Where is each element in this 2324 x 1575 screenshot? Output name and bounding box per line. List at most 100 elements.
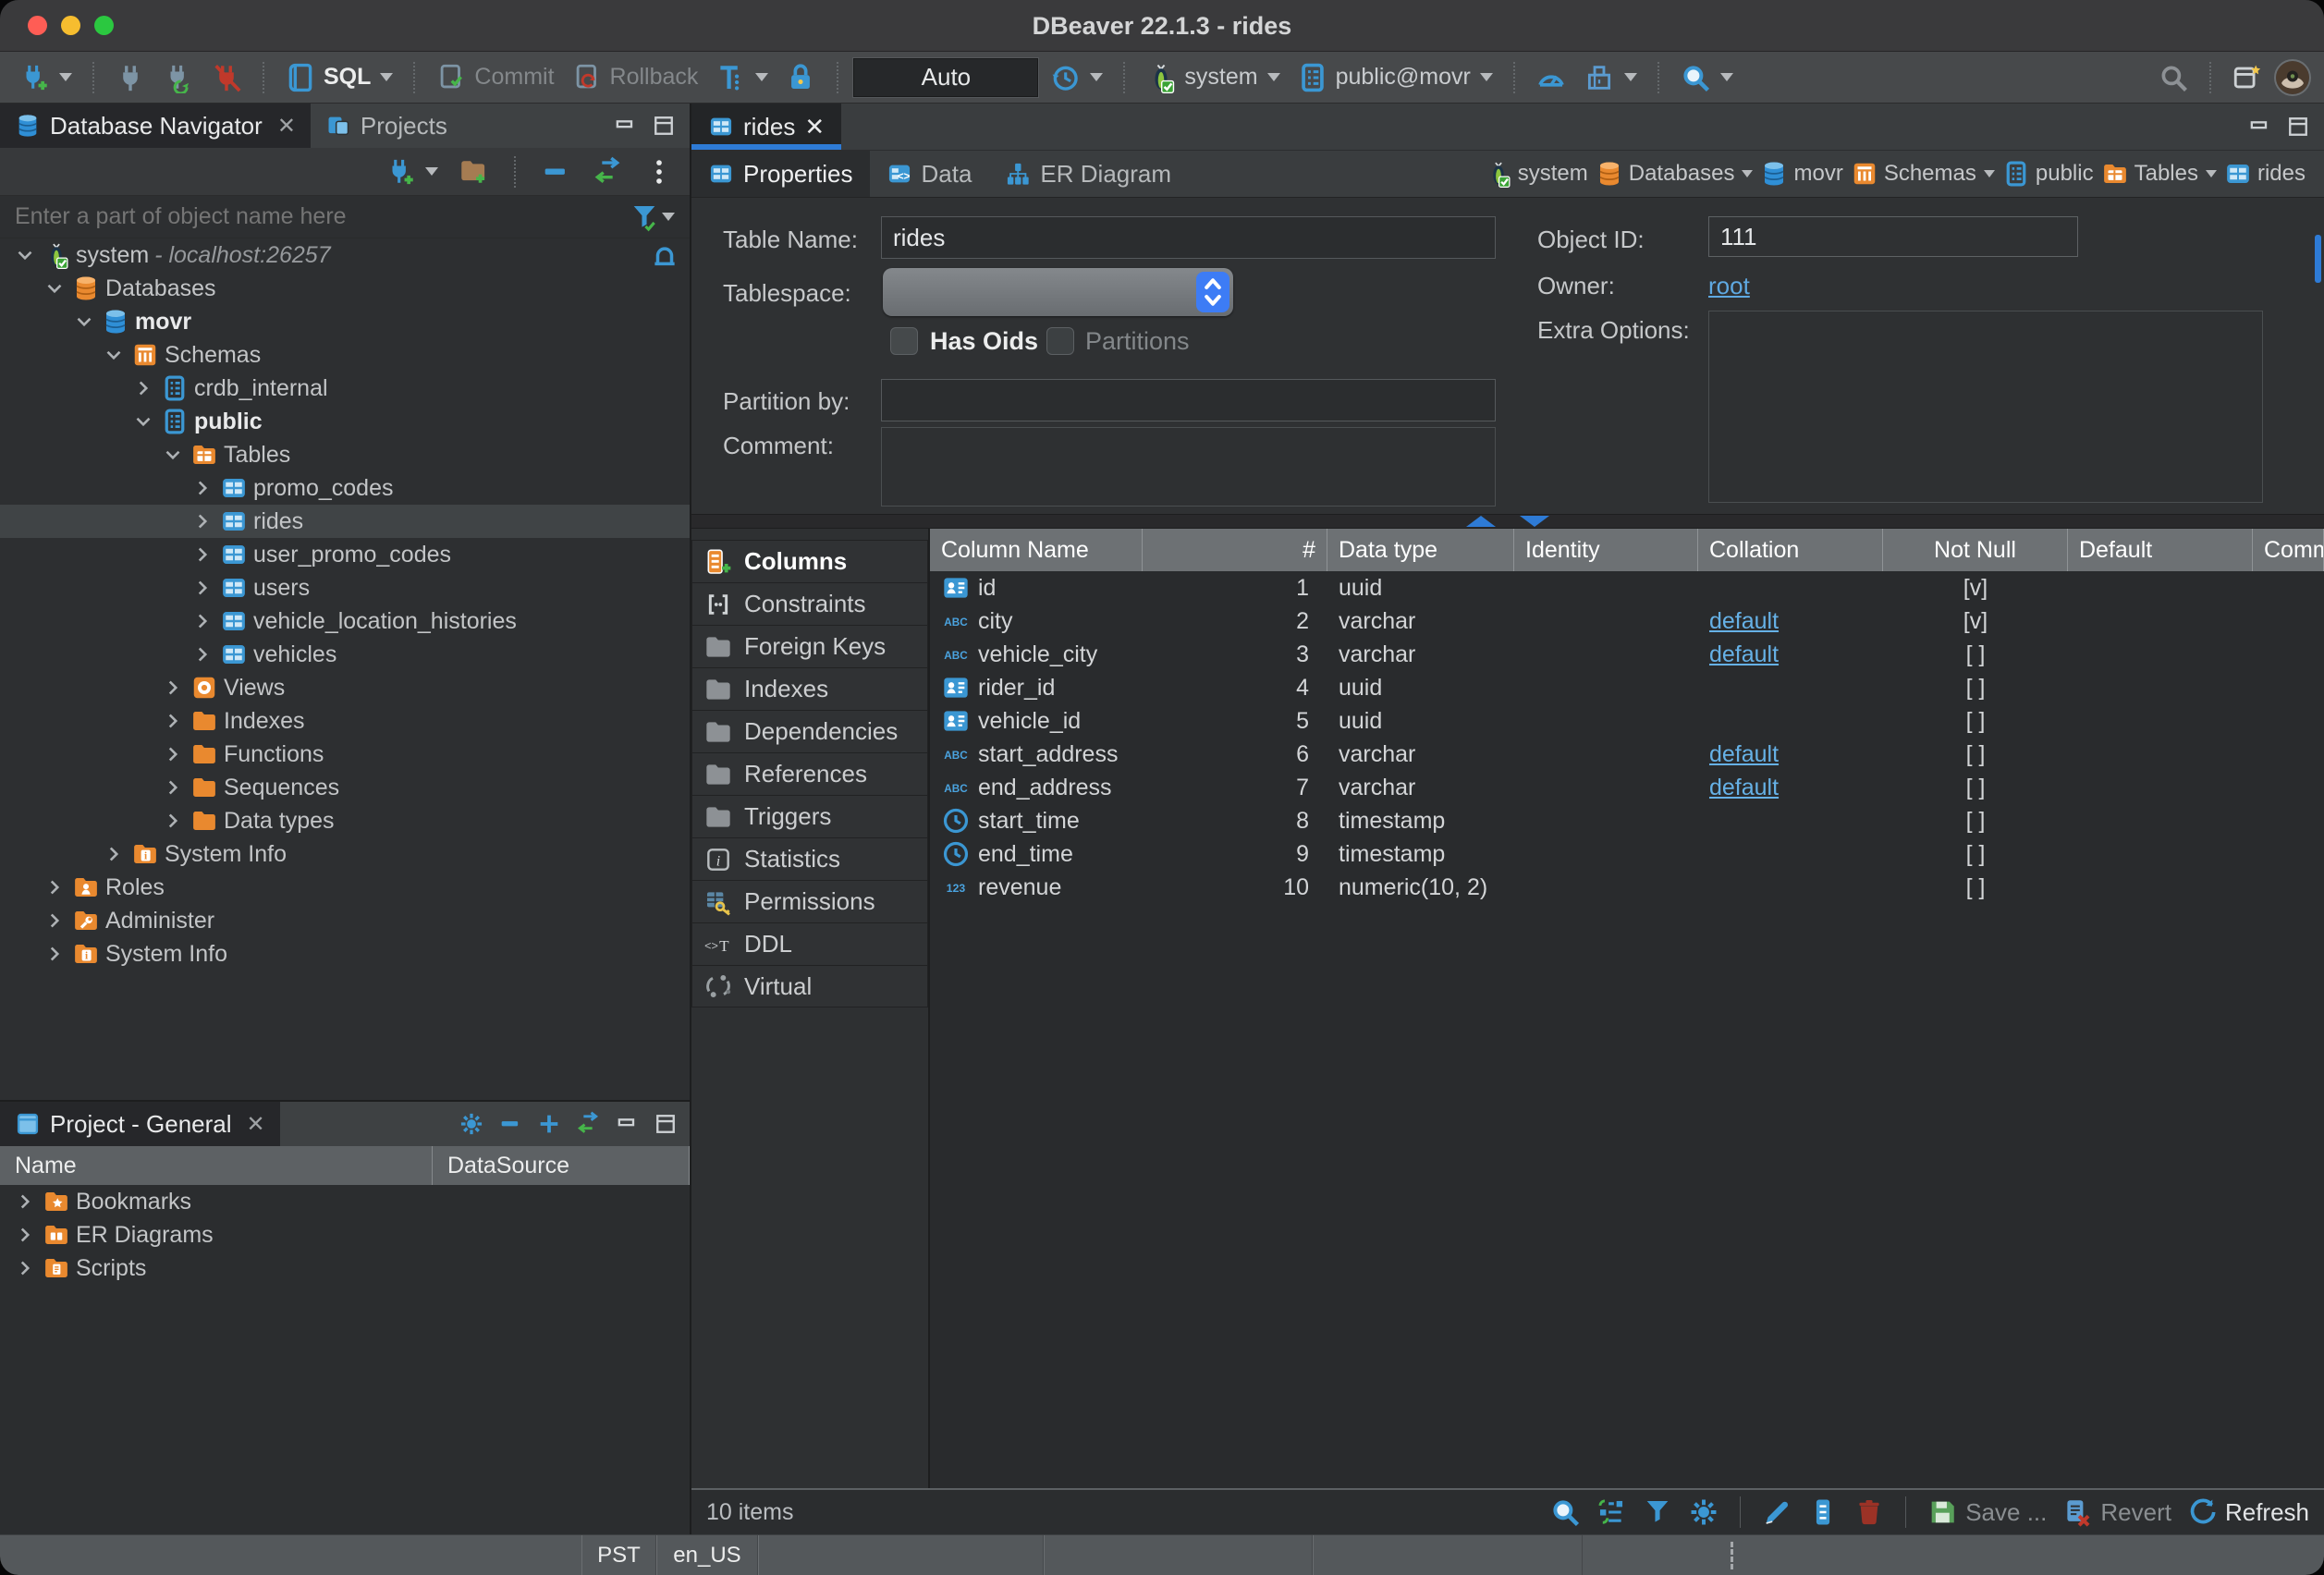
column-header-datasource[interactable]: DataSource bbox=[433, 1146, 690, 1185]
transaction-log-button[interactable] bbox=[709, 57, 774, 98]
column-header-name[interactable]: Name bbox=[0, 1146, 433, 1185]
minimize-panel-icon[interactable] bbox=[2246, 114, 2272, 140]
extra-options-box[interactable] bbox=[1708, 311, 2263, 503]
view-menu-button[interactable] bbox=[638, 152, 680, 192]
detail-tab[interactable]: Triggers bbox=[691, 795, 928, 837]
column-row[interactable]: end_time 9 timestamp [ ] bbox=[930, 837, 2324, 871]
tree-item[interactable]: Data types bbox=[0, 804, 690, 837]
maximize-panel-icon[interactable] bbox=[2285, 114, 2311, 140]
compare-icon[interactable] bbox=[1596, 1496, 1627, 1528]
tree-chevron-icon[interactable] bbox=[190, 543, 214, 567]
gear-icon[interactable] bbox=[459, 1111, 484, 1137]
tab-projects[interactable]: Projects bbox=[311, 104, 462, 148]
transaction-history-button[interactable] bbox=[1044, 57, 1108, 98]
link-with-editor-button[interactable] bbox=[586, 152, 629, 192]
column-row[interactable]: rider_id 4 uuid [ ] bbox=[930, 671, 2324, 704]
tree-chevron-icon[interactable] bbox=[102, 343, 126, 367]
new-connection-button[interactable] bbox=[13, 57, 78, 98]
collapse-down-icon[interactable] bbox=[1520, 516, 1549, 527]
header-collation[interactable]: Collation bbox=[1698, 529, 1883, 571]
chevron-down-icon[interactable] bbox=[2206, 170, 2217, 177]
tree-chevron-icon[interactable] bbox=[190, 609, 214, 633]
table-name-input[interactable] bbox=[881, 216, 1496, 259]
search-metadata-button[interactable] bbox=[1674, 57, 1739, 98]
header-data-type[interactable]: Data type bbox=[1327, 529, 1514, 571]
tree-item[interactable]: Indexes bbox=[0, 704, 690, 738]
minimize-panel-icon[interactable] bbox=[612, 113, 638, 139]
header-ordinal[interactable]: # bbox=[1143, 529, 1327, 571]
tree-item[interactable]: Views bbox=[0, 671, 690, 704]
tree-chevron-icon[interactable] bbox=[43, 276, 67, 300]
chevron-down-icon[interactable] bbox=[1742, 170, 1753, 177]
tree-chevron-icon[interactable] bbox=[190, 642, 214, 666]
tree-item[interactable]: Administer bbox=[0, 904, 690, 937]
column-row[interactable]: 123revenue 10 numeric(10, 2) [ ] bbox=[930, 871, 2324, 904]
vertical-scrollbar[interactable] bbox=[2315, 235, 2321, 283]
tab-project-general[interactable]: Project - General ✕ bbox=[0, 1102, 280, 1146]
breadcrumb-item[interactable]: Schemas bbox=[1851, 160, 1995, 188]
tree-item[interactable]: Schemas bbox=[0, 338, 690, 372]
new-connection-button[interactable] bbox=[379, 152, 444, 192]
grid-search-icon[interactable] bbox=[1549, 1496, 1581, 1528]
breadcrumb-item[interactable]: public bbox=[2002, 160, 2094, 188]
chevron-down-icon[interactable] bbox=[1984, 170, 1995, 177]
grid-settings-icon[interactable] bbox=[1688, 1496, 1719, 1528]
breadcrumb-item[interactable]: Databases bbox=[1596, 160, 1754, 188]
column-row[interactable]: start_time 8 timestamp [ ] bbox=[930, 804, 2324, 837]
partitions-checkbox[interactable] bbox=[1046, 327, 1074, 355]
open-perspective-button[interactable] bbox=[2226, 57, 2269, 98]
delete-column-icon[interactable] bbox=[1853, 1496, 1885, 1528]
detail-tab[interactable]: <>T DDL bbox=[691, 922, 928, 965]
partition-by-input[interactable] bbox=[881, 379, 1496, 421]
tree-item[interactable]: vehicle_location_histories bbox=[0, 604, 690, 638]
tree-item[interactable]: Databases bbox=[0, 272, 690, 305]
grid-filter-icon[interactable] bbox=[1642, 1496, 1673, 1528]
tree-chevron-icon[interactable] bbox=[161, 676, 185, 700]
active-schema-select[interactable]: public@movr bbox=[1291, 57, 1498, 98]
detail-tab[interactable]: i Statistics bbox=[691, 837, 928, 880]
breadcrumb-item[interactable]: movr bbox=[1760, 160, 1842, 188]
tablespace-select[interactable] bbox=[883, 268, 1233, 316]
save-button[interactable]: Save ... bbox=[1926, 1496, 2047, 1528]
editor-tab-rides[interactable]: rides ✕ bbox=[691, 104, 841, 150]
locale-indicator[interactable]: en_US bbox=[656, 1535, 758, 1575]
tree-item[interactable]: users bbox=[0, 571, 690, 604]
dashboard-button[interactable] bbox=[1530, 57, 1572, 98]
detail-tab[interactable]: Constraints bbox=[691, 582, 928, 625]
maximize-panel-icon[interactable] bbox=[651, 113, 677, 139]
tree-chevron-icon[interactable] bbox=[161, 742, 185, 766]
lock-button[interactable] bbox=[779, 57, 822, 98]
collapse-all-icon[interactable] bbox=[497, 1111, 523, 1137]
revert-button[interactable]: Revert bbox=[2061, 1496, 2171, 1528]
tree-item[interactable]: system - localhost:26257 bbox=[0, 238, 690, 272]
close-icon[interactable]: ✕ bbox=[804, 113, 825, 141]
tree-chevron-icon[interactable] bbox=[43, 942, 67, 966]
link-with-editor-icon[interactable] bbox=[575, 1111, 601, 1137]
project-item[interactable]: Scripts bbox=[0, 1251, 690, 1285]
close-icon[interactable]: ✕ bbox=[247, 1111, 265, 1138]
detail-tab[interactable]: References bbox=[691, 752, 928, 795]
tree-chevron-icon[interactable] bbox=[161, 809, 185, 833]
tree-item[interactable]: Functions bbox=[0, 738, 690, 771]
header-default[interactable]: Default bbox=[2068, 529, 2253, 571]
tree-chevron-icon[interactable] bbox=[72, 310, 96, 334]
tree-chevron-icon[interactable] bbox=[13, 1190, 37, 1214]
minimize-panel-icon[interactable] bbox=[614, 1111, 640, 1137]
editor-subtab[interactable]: Properties bbox=[691, 151, 870, 197]
tree-chevron-icon[interactable] bbox=[190, 476, 214, 500]
header-not-null[interactable]: Not Null bbox=[1883, 529, 2068, 571]
tree-item[interactable]: movr bbox=[0, 305, 690, 338]
object-id-input[interactable] bbox=[1708, 216, 2078, 257]
export-button[interactable] bbox=[1578, 57, 1643, 98]
tree-chevron-icon[interactable] bbox=[131, 376, 155, 400]
tree-chevron-icon[interactable] bbox=[13, 243, 37, 267]
column-row[interactable]: ABCstart_address 6 varchar default [ ] bbox=[930, 738, 2324, 771]
expand-all-icon[interactable] bbox=[536, 1111, 562, 1137]
new-folder-button[interactable] bbox=[453, 152, 495, 192]
tree-chevron-icon[interactable] bbox=[43, 875, 67, 899]
detail-tab[interactable]: Columns bbox=[691, 540, 928, 582]
tree-item[interactable]: Sequences bbox=[0, 771, 690, 804]
tree-item[interactable]: i System Info bbox=[0, 837, 690, 871]
tree-chevron-icon[interactable] bbox=[102, 842, 126, 866]
column-row[interactable]: ABCend_address 7 varchar default [ ] bbox=[930, 771, 2324, 804]
